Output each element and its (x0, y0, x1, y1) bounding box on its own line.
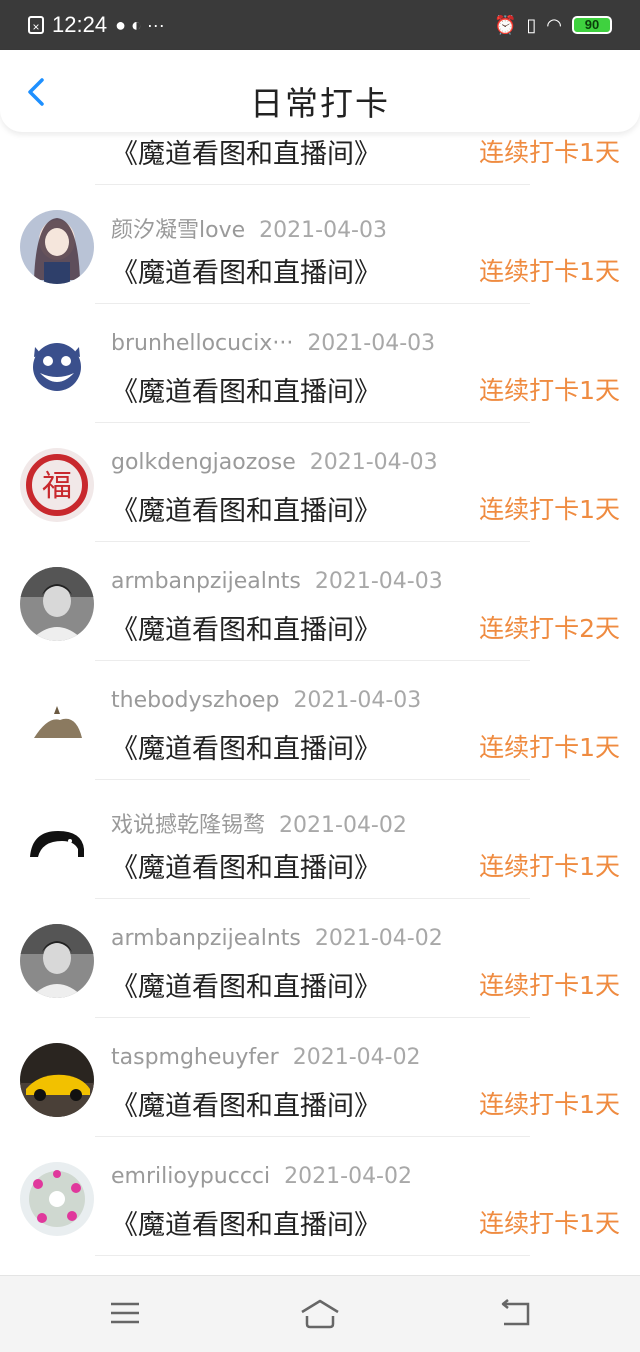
item-meta: brunhellocucix··· 2021-04-03 (111, 331, 435, 356)
user-name[interactable]: armbanpzijealnts (111, 926, 301, 951)
battery-level: 90 (584, 17, 600, 32)
book-title[interactable]: 《魔道看图和直播间》 (111, 1203, 381, 1242)
avatar[interactable] (20, 686, 94, 760)
alarm-icon: ⏰ (493, 14, 517, 35)
divider (95, 1255, 530, 1256)
checkin-item[interactable]: 颜汐凝雪love 2021-04-03 《魔道看图和直播间》 连续打卡1天 (0, 185, 640, 304)
item-meta: thebodyszhoep 2021-04-03 (111, 688, 421, 713)
user-name[interactable]: taspmgheuyfer (111, 1045, 279, 1070)
home-icon[interactable] (298, 1296, 342, 1330)
battery-icon: 90 (572, 16, 612, 34)
item-meta: taspmgheuyfer 2021-04-02 (111, 1045, 421, 1070)
menu-icon[interactable] (105, 1296, 145, 1330)
checkin-date: 2021-04-03 (307, 331, 436, 356)
item-meta: armbanpzijealnts 2021-04-03 (111, 569, 443, 594)
book-title[interactable]: 《魔道看图和直播间》 (111, 846, 381, 885)
status-extra: ··· (146, 14, 165, 35)
checkin-date: 2021-04-03 (314, 569, 443, 594)
streak-label: 连续打卡1天 (479, 1090, 620, 1119)
checkin-date: 2021-04-03 (293, 688, 422, 713)
streak-label: 连续打卡1天 (479, 138, 620, 167)
checkin-item[interactable]: 福 golkdengjaozose 2021-04-03 《魔道看图和直播间》 连续打卡… (0, 423, 640, 542)
user-name[interactable]: golkdengjaozose (111, 450, 296, 475)
item-meta: 颜汐凝雪love 2021-04-03 (111, 212, 387, 244)
checkin-item[interactable]: thebodyszhoep 2021-04-03 《魔道看图和直播间》 连续打卡1天 (0, 661, 640, 780)
streak-label: 连续打卡1天 (479, 971, 620, 1000)
book-title[interactable]: 《魔道看图和直播间》 (111, 608, 381, 647)
book-title[interactable]: 《魔道看图和直播间》 (111, 1084, 381, 1123)
header: 日常打卡 (0, 50, 640, 132)
user-name[interactable]: 颜汐凝雪love (111, 218, 245, 243)
streak-label: 连续打卡1天 (479, 733, 620, 762)
qq-icon: ● (115, 14, 126, 35)
page-title: 日常打卡 (250, 84, 390, 123)
avatar[interactable] (20, 567, 94, 641)
close-notification-icon: × (28, 16, 44, 34)
avatar[interactable] (20, 924, 94, 998)
avatar[interactable] (20, 805, 94, 879)
checkin-item[interactable]: armbanpzijealnts 2021-04-02 《魔道看图和直播间》 连续打卡… (0, 899, 640, 1018)
book-title[interactable]: 《魔道看图和直播间》 (111, 727, 381, 766)
streak-label: 连续打卡1天 (479, 376, 620, 405)
checkin-item[interactable]: armbanpzijealnts 2021-04-03 《魔道看图和直播间》 连续打卡… (0, 542, 640, 661)
user-name[interactable]: brunhellocucix··· (111, 331, 293, 356)
status-bar: × 12:24 ● ◐ ··· ⏰ ▯ ◠ 90 (0, 0, 640, 50)
streak-label: 连续打卡1天 (479, 495, 620, 524)
system-nav-bar (0, 1275, 640, 1352)
avatar[interactable] (20, 1162, 94, 1236)
planet-icon: ◐ (130, 14, 142, 35)
book-title[interactable]: 《魔道看图和直播间》 (111, 965, 381, 1004)
checkin-item[interactable]: taspmgheuyfer 2021-04-02 《魔道看图和直播间》 连续打卡1天 (0, 1018, 640, 1137)
vibrate-icon: ▯ (526, 14, 537, 35)
streak-label: 连续打卡1天 (479, 257, 620, 286)
checkin-date: 2021-04-03 (259, 218, 387, 243)
wifi-icon: ◠ (546, 14, 562, 35)
checkin-item[interactable]: 戏说撼乾隆锡鹜 2021-04-02 《魔道看图和直播间》 连续打卡1天 (0, 780, 640, 899)
avatar[interactable]: 福 (20, 448, 94, 522)
user-name[interactable]: emrilioypuccci (111, 1164, 270, 1189)
streak-label: 连续打卡2天 (479, 614, 620, 643)
checkin-date: 2021-04-02 (292, 1045, 421, 1070)
streak-label: 连续打卡1天 (479, 852, 620, 881)
item-meta: emrilioypuccci 2021-04-02 (111, 1164, 412, 1189)
item-meta: armbanpzijealnts 2021-04-02 (111, 926, 443, 951)
back-nav-icon[interactable] (496, 1296, 536, 1330)
user-name[interactable]: thebodyszhoep (111, 688, 279, 713)
user-name[interactable]: armbanpzijealnts (111, 569, 301, 594)
checkin-date: 2021-04-02 (279, 813, 407, 838)
book-title[interactable]: 《魔道看图和直播间》 (111, 251, 381, 290)
book-title[interactable]: 《魔道看图和直播间》 (111, 489, 381, 528)
checkin-item[interactable]: emrilioypuccci 2021-04-02 《魔道看图和直播间》 连续打卡1天 (0, 1137, 640, 1256)
avatar[interactable] (20, 329, 94, 403)
item-meta: golkdengjaozose 2021-04-03 (111, 450, 438, 475)
avatar[interactable] (20, 210, 94, 284)
book-title[interactable]: 《魔道看图和直播间》 (111, 132, 381, 171)
svg-text:福: 福 (42, 469, 72, 504)
streak-label: 连续打卡1天 (479, 1209, 620, 1238)
checkin-date: 2021-04-02 (284, 1164, 412, 1189)
checkin-list: 《魔道看图和直播间》 连续打卡1天 颜汐凝雪love 2021-04-03 《魔道看图和… (0, 66, 640, 1256)
status-time: 12:24 (52, 12, 108, 37)
checkin-date: 2021-04-02 (314, 926, 443, 951)
item-meta: 戏说撼乾隆锡鹜 2021-04-02 (111, 807, 407, 839)
user-name[interactable]: 戏说撼乾隆锡鹜 (111, 813, 265, 838)
checkin-date: 2021-04-03 (309, 450, 438, 475)
checkin-item[interactable]: brunhellocucix··· 2021-04-03 《魔道看图和直播间》 连续打… (0, 304, 640, 423)
book-title[interactable]: 《魔道看图和直播间》 (111, 370, 381, 409)
avatar[interactable] (20, 1043, 94, 1117)
